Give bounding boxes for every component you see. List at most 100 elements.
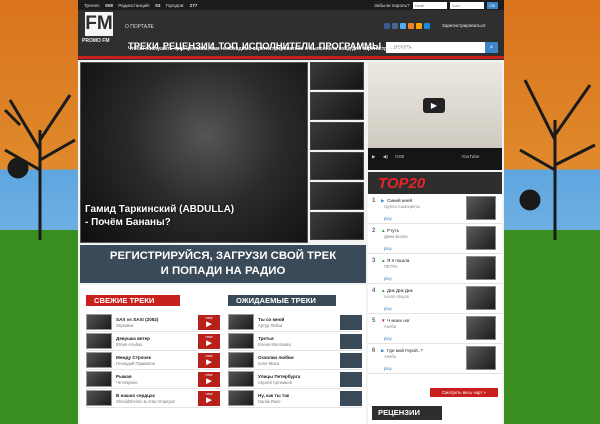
track-thumbnail[interactable] [86,333,112,349]
rss-icon[interactable] [408,23,414,29]
list-item[interactable]: Между Строчек Геннадий Правилов new ▶ [86,351,220,370]
play-link[interactable]: play [384,366,392,371]
track-thumbnail[interactable] [228,390,254,406]
thumbnail[interactable] [310,182,364,210]
awaited-tracks-list: Ты со мной Артур Лабза Третья Елена Молоков… [228,313,362,408]
list-item[interactable]: Рыжая Чё Морале new ▶ [86,370,220,389]
new-play-button[interactable]: new ▶ [198,372,220,387]
play-link[interactable]: play [384,216,392,221]
divider-line [78,56,504,59]
artist-photo[interactable] [466,286,496,310]
chart-row[interactable]: 5 ▼ Ч моих ног Анеба play [368,314,502,344]
vote-button[interactable] [340,334,362,349]
awaited-tracks-title[interactable]: ОЖИДАЕМЫЕ ТРЕКИ [228,295,336,306]
vote-button[interactable] [340,372,362,387]
list-item[interactable]: Ты со мной Артур Лабза [228,313,362,332]
register-link[interactable]: Зарегистрироваться [442,23,485,28]
reviews-title[interactable]: РЕЦЕНЗИИ [372,406,442,420]
track-thumbnail[interactable] [228,352,254,368]
new-play-button[interactable]: new ▶ [198,353,220,368]
logo-promo-text: PROMO FM [82,38,110,44]
track-thumbnail[interactable] [86,352,112,368]
login-button[interactable]: ОК [486,1,498,9]
list-item[interactable]: Ну, как ты так Danila Rasc [228,389,362,408]
fresh-tracks-title[interactable]: СВЕЖИЕ ТРЕКИ [86,295,180,306]
thumbnail[interactable] [310,62,364,90]
track-text: Девушка ветер Юлия Альбах [116,336,150,347]
new-play-button[interactable]: new ▶ [198,391,220,406]
track-thumbnail[interactable] [86,390,112,406]
play-arrow-icon: ▶ [206,397,212,404]
list-item[interactable]: В наших сердцах Shnaidzhenko & Artur Ampi… [86,389,220,408]
hero-slide[interactable]: Гамид Таркинский (ABDULLA) - Почём Банан… [80,62,308,243]
play-link[interactable]: play [384,336,392,341]
artist-photo[interactable] [466,196,496,220]
new-play-button[interactable]: new ▶ [198,334,220,349]
volume-icon[interactable]: ◀) [383,154,388,159]
vote-button[interactable] [340,315,362,330]
track-title: Между Строчек [116,354,151,360]
vote-button[interactable] [340,391,362,406]
artist-photo[interactable] [466,256,496,280]
chart-title: Ч моих ног [387,318,410,323]
chart-title: Дик Дик Дик [387,288,413,293]
track-text: Ну, как ты так Danila Rasc [258,393,289,404]
chart-row[interactable]: 1 ▶ Синий иней группа Самоцветы play [368,194,502,224]
list-item[interactable]: Девушка ветер Юлия Альбах new ▶ [86,332,220,351]
odnoklassniki-icon[interactable] [416,23,422,29]
top-bar: Треков: 608 Радиостанций: 93 Городов: 27… [78,0,504,10]
play-link[interactable]: play [384,276,392,281]
track-thumbnail[interactable] [228,333,254,349]
logo-fm-text: FM [85,12,113,36]
about-portal-link[interactable]: О ПОРТАЛЕ [125,24,154,30]
chart-row[interactable]: 2 ▲ Ртуть Дима Билан play [368,224,502,254]
track-title: Улицы Петербурга [258,373,301,379]
vote-button[interactable] [340,353,362,368]
play-link[interactable]: play [384,246,392,251]
vk-icon[interactable] [392,23,398,29]
chart-row[interactable]: 3 ▲ Я я пошла ПЕТРА play [368,254,502,284]
track-artist: Елена Молокова [258,341,291,347]
email-input[interactable] [412,1,447,9]
list-item[interactable]: Осколки любви none-Maxa [228,351,362,370]
new-play-button[interactable]: new ▶ [198,315,220,330]
mailru-icon[interactable] [424,23,430,29]
list-item[interactable]: Улицы Петербурга Сергей Артемьев [228,370,362,389]
thumbnail[interactable] [310,212,364,240]
hero-caption-line2: - Почём Бананы? [85,217,171,228]
track-text: SAX vs SAXI (2052) Звуковик [116,317,158,328]
stations-label: Радиостанций: [118,2,150,8]
see-all-chart-link[interactable]: Смотреть весь чарт » [430,388,498,397]
thumbnail[interactable] [310,152,364,180]
track-thumbnail[interactable] [228,314,254,330]
hero-thumbnails [310,62,364,242]
artist-photo[interactable] [466,226,496,250]
track-thumbnail[interactable] [228,371,254,387]
play-arrow-icon: ▶ [206,378,212,385]
artist-photo[interactable] [466,346,496,370]
track-artist: Shnaidzhenko & Artur Ampiryan [116,398,176,404]
trend-arrow-icon: ▲ [381,228,386,233]
cities-count: 277 [189,2,198,8]
register-banner[interactable]: РЕГИСТРИРУЙСЯ, ЗАГРУЗИ СВОЙ ТРЕК И ПОПАД… [80,245,366,283]
chart-row[interactable]: 6 ▶ Где мой Герой..? Анеба play [368,344,502,374]
thumbnail[interactable] [310,92,364,120]
twitter-icon[interactable] [400,23,406,29]
play-link[interactable]: play [384,306,392,311]
track-thumbnail[interactable] [86,371,112,387]
youtube-logo[interactable]: YouTube [461,154,479,159]
grass-right [504,230,600,424]
facebook-icon[interactable] [384,23,390,29]
chart-position: 5 [372,318,376,324]
chart-row[interactable]: 4 ▲ Дик Дик Дик Levon Alayan play [368,284,502,314]
list-item[interactable]: SAX vs SAXI (2052) Звуковик new ▶ [86,313,220,332]
forgot-password-link[interactable]: Забыли пароль? [374,3,409,8]
play-icon[interactable]: ▶ [423,98,445,113]
password-input[interactable] [449,1,484,9]
list-item[interactable]: Третья Елена Молокова [228,332,362,351]
track-thumbnail[interactable] [86,314,112,330]
play-small-icon[interactable]: ▶ [372,154,376,159]
tracks-label: Треков: [84,2,100,8]
thumbnail[interactable] [310,122,364,150]
artist-photo[interactable] [466,316,496,340]
